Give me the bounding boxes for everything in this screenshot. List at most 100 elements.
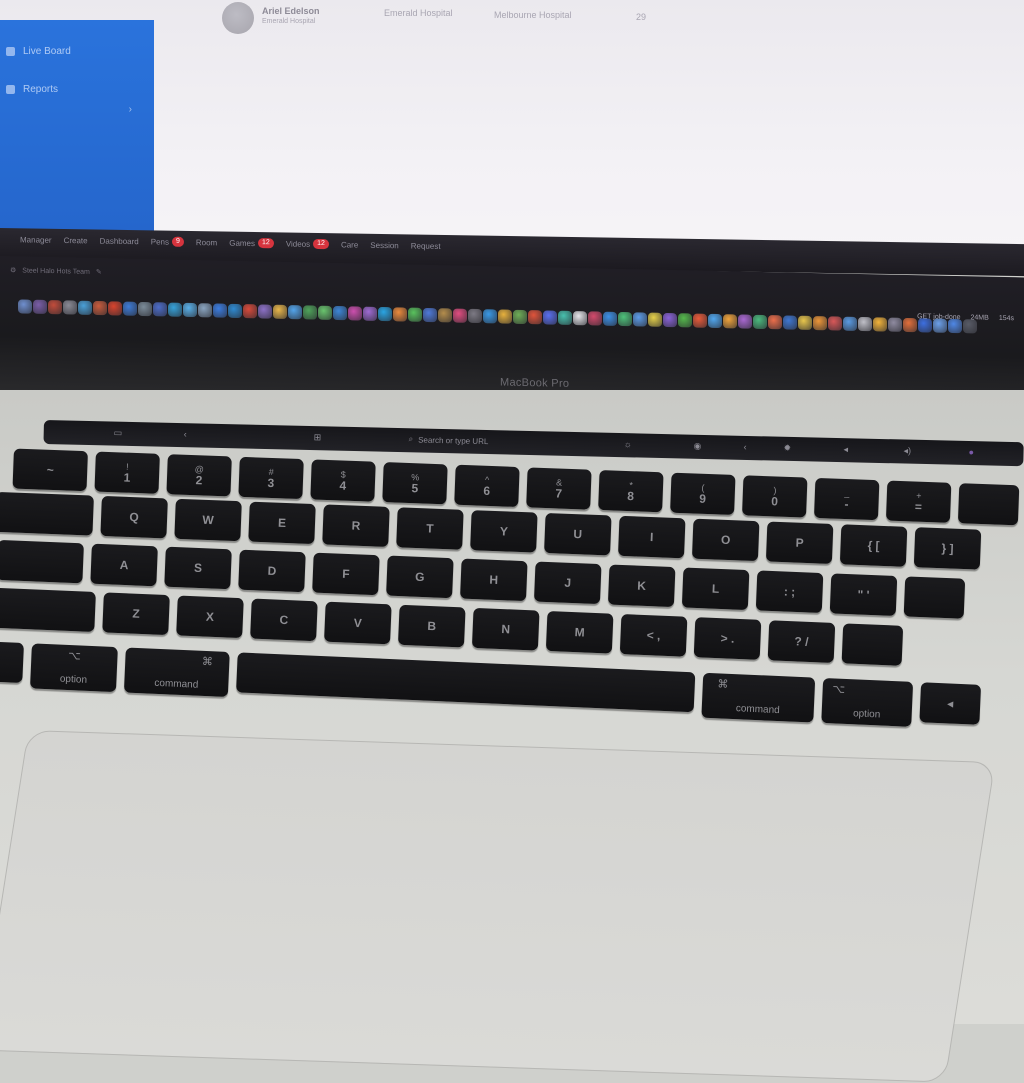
dock-app-icon[interactable] bbox=[798, 315, 812, 331]
volume-up-icon[interactable]: ◂) bbox=[903, 446, 911, 457]
dock-app-icon[interactable] bbox=[318, 305, 332, 320]
key[interactable]: > . bbox=[693, 617, 762, 660]
key-command-left[interactable]: ⌘ command bbox=[123, 647, 230, 697]
dock-app-icon[interactable] bbox=[843, 316, 857, 331]
dock-app-icon[interactable] bbox=[813, 316, 827, 331]
key[interactable] bbox=[903, 576, 966, 619]
key[interactable] bbox=[957, 483, 1020, 526]
key[interactable]: { [ bbox=[839, 524, 908, 567]
dock-app-icon[interactable] bbox=[453, 308, 467, 323]
key-option-right[interactable]: ⌥ option bbox=[821, 677, 914, 727]
sidebar-toggle-icon[interactable]: ▭ bbox=[114, 428, 123, 439]
edit-icon[interactable]: ✎ bbox=[96, 268, 102, 276]
menu-item[interactable]: Create bbox=[64, 235, 88, 245]
menu-item[interactable]: Dashboard bbox=[100, 236, 139, 247]
dock-app-icon[interactable] bbox=[33, 299, 47, 314]
dock-app-icon[interactable] bbox=[228, 303, 242, 319]
menu-item[interactable]: Games 12 bbox=[229, 238, 274, 249]
key[interactable]: Q bbox=[100, 495, 168, 539]
dock-app-icon[interactable] bbox=[438, 308, 452, 323]
key[interactable]: * 8 bbox=[598, 469, 664, 513]
dock-app-icon[interactable] bbox=[528, 310, 542, 325]
dock-app-icon[interactable] bbox=[828, 316, 842, 331]
key[interactable] bbox=[0, 587, 96, 632]
dock-app-icon[interactable] bbox=[723, 314, 737, 329]
dock-app-icon[interactable] bbox=[348, 306, 362, 321]
dock-app-icon[interactable] bbox=[963, 319, 977, 334]
new-tab-icon[interactable]: ⊞ bbox=[314, 432, 322, 443]
menu-item[interactable]: Videos 12 bbox=[286, 238, 329, 250]
avatar[interactable] bbox=[222, 2, 254, 34]
key[interactable]: J bbox=[533, 561, 602, 605]
dock-app-icon[interactable] bbox=[168, 302, 182, 317]
dock-app-icon[interactable] bbox=[288, 305, 302, 320]
key[interactable]: ? / bbox=[767, 620, 836, 663]
dock-app-icon[interactable] bbox=[333, 305, 347, 321]
key[interactable]: ! 1 bbox=[94, 451, 160, 494]
dock-app-icon[interactable] bbox=[678, 313, 692, 328]
key[interactable] bbox=[0, 539, 84, 584]
dock-app-icon[interactable] bbox=[63, 300, 77, 315]
key[interactable]: D bbox=[238, 549, 306, 593]
dock-app-icon[interactable] bbox=[768, 315, 782, 330]
key[interactable]: C bbox=[250, 598, 318, 642]
key[interactable]: : ; bbox=[755, 570, 824, 614]
key[interactable]: R bbox=[322, 504, 390, 547]
key-arrow-left[interactable]: ◀ bbox=[919, 682, 982, 725]
dock-app-icon[interactable] bbox=[393, 307, 407, 322]
dock-app-icon[interactable] bbox=[243, 304, 257, 319]
key[interactable]: & 7 bbox=[526, 467, 592, 510]
dock-app-icon[interactable] bbox=[498, 309, 512, 324]
menu-item[interactable]: Session bbox=[370, 240, 398, 250]
key[interactable]: (9 bbox=[670, 472, 736, 515]
dock-app-icon[interactable] bbox=[183, 302, 197, 318]
key[interactable]: ^ 6 bbox=[454, 464, 520, 508]
key[interactable]: ) 0 bbox=[742, 475, 808, 518]
key[interactable]: T bbox=[396, 507, 464, 550]
key[interactable]: < , bbox=[619, 614, 688, 657]
display-icon[interactable]: ◉ bbox=[693, 441, 701, 452]
dock-app-icon[interactable] bbox=[18, 299, 32, 314]
sidebar-item-live-board[interactable]: Live Board bbox=[6, 42, 71, 60]
key[interactable]: A bbox=[90, 543, 158, 587]
key[interactable]: } ] bbox=[913, 527, 982, 570]
key[interactable]: K bbox=[607, 564, 676, 608]
menu-item[interactable]: Care bbox=[341, 239, 358, 249]
key[interactable]: O bbox=[691, 518, 760, 562]
key[interactable] bbox=[0, 491, 94, 536]
key[interactable]: X bbox=[176, 595, 244, 639]
key-control[interactable] bbox=[0, 641, 24, 684]
key[interactable] bbox=[841, 623, 904, 666]
dock-app-icon[interactable] bbox=[663, 312, 677, 328]
dock-app-icon[interactable] bbox=[933, 318, 947, 333]
key[interactable]: I bbox=[618, 515, 686, 559]
dock-app-icon[interactable] bbox=[108, 301, 122, 316]
brightness-icon[interactable]: ☼ bbox=[623, 439, 631, 449]
key[interactable]: Y bbox=[470, 510, 538, 553]
back-icon[interactable]: ‹ bbox=[184, 429, 187, 439]
key[interactable]: S bbox=[164, 546, 232, 590]
key[interactable]: W bbox=[174, 498, 242, 542]
menu-item[interactable]: Manager bbox=[20, 234, 52, 244]
brightness-up-icon[interactable]: ✹ bbox=[783, 443, 791, 454]
key[interactable]: P bbox=[765, 521, 834, 564]
key[interactable]: L bbox=[681, 567, 750, 611]
menu-item[interactable]: Room bbox=[196, 237, 217, 247]
key[interactable]: N bbox=[471, 607, 540, 651]
dock-app-icon[interactable] bbox=[543, 310, 557, 325]
dock-app-icon[interactable] bbox=[618, 311, 632, 327]
key[interactable]: _ - bbox=[813, 477, 880, 521]
key[interactable]: G bbox=[386, 555, 454, 599]
dock-app-icon[interactable] bbox=[633, 312, 647, 327]
siri-icon[interactable]: ● bbox=[968, 447, 974, 457]
key[interactable]: + = bbox=[885, 480, 952, 523]
dock-app-icon[interactable] bbox=[783, 315, 797, 330]
trackpad[interactable] bbox=[0, 730, 996, 1083]
dock-app-icon[interactable] bbox=[873, 317, 887, 332]
dock-app-icon[interactable] bbox=[273, 304, 287, 320]
dock-app-icon[interactable] bbox=[93, 300, 107, 316]
dock-app-icon[interactable] bbox=[918, 318, 932, 333]
menu-item[interactable]: Pens 9 bbox=[151, 236, 184, 247]
dock-app-icon[interactable] bbox=[903, 317, 917, 333]
dock-app-icon[interactable] bbox=[513, 309, 527, 325]
